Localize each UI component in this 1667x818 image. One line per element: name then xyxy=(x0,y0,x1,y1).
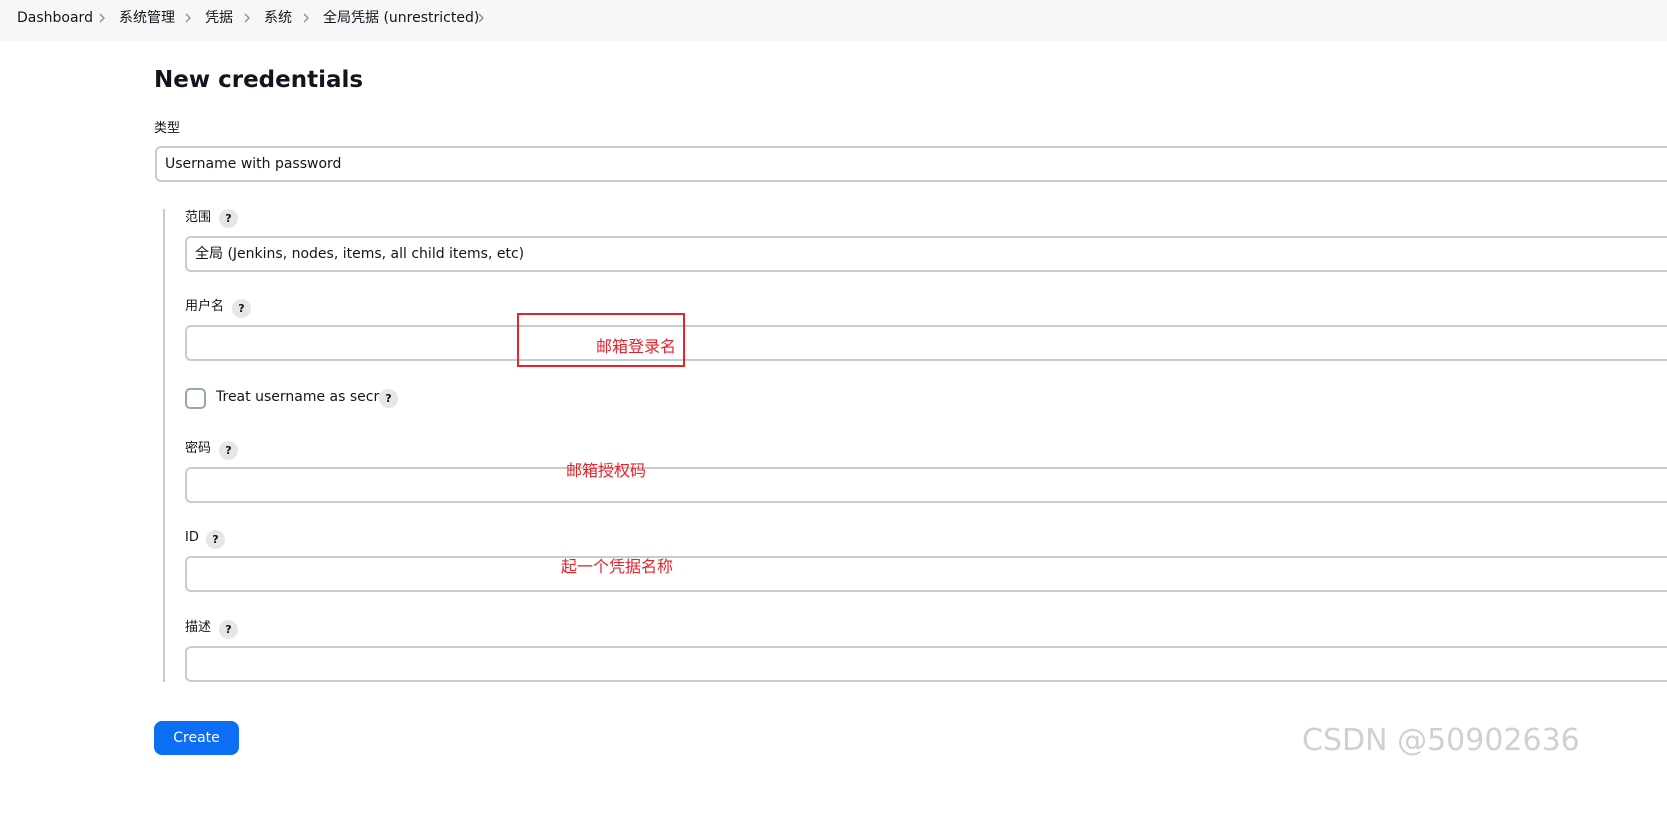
help-icon[interactable]: ? xyxy=(219,209,238,228)
page-title: New credentials xyxy=(154,67,364,93)
create-button[interactable]: Create xyxy=(154,721,239,755)
annotation-id-note: 起一个凭据名称 xyxy=(561,557,674,576)
chevron-right-icon xyxy=(95,11,109,25)
chevron-right-icon xyxy=(181,11,195,25)
scope-select[interactable]: 全局 (Jenkins, nodes, items, all child ite… xyxy=(185,236,1667,272)
chevron-right-icon xyxy=(240,11,254,25)
breadcrumb-item-dashboard[interactable]: Dashboard xyxy=(17,9,93,27)
annotation-password-note: 邮箱授权码 xyxy=(566,461,647,480)
breadcrumb: Dashboard 系统管理 凭据 系统 全局凭据 (unrestricted) xyxy=(0,0,1667,41)
description-input[interactable] xyxy=(185,646,1667,682)
chevron-right-icon xyxy=(299,11,313,25)
id-label: ID xyxy=(185,530,199,545)
watermark: CSDN @50902636 xyxy=(1302,723,1580,758)
help-icon[interactable]: ? xyxy=(219,441,238,460)
username-secret-label[interactable]: Treat username as secret xyxy=(216,388,393,406)
breadcrumb-item-global-domain[interactable]: 全局凭据 (unrestricted) xyxy=(323,9,479,27)
breadcrumb-item-system-admin[interactable]: 系统管理 xyxy=(119,9,175,27)
password-input[interactable] xyxy=(185,467,1667,503)
chevron-right-icon[interactable] xyxy=(474,11,488,25)
description-label: 描述 xyxy=(185,620,212,635)
page-root: Dashboard 系统管理 凭据 系统 全局凭据 (unrestricted)… xyxy=(0,0,1667,818)
scope-label: 范围 xyxy=(185,210,212,225)
kind-label: 类型 xyxy=(154,121,181,136)
password-label: 密码 xyxy=(185,441,212,456)
nested-section-rail xyxy=(163,209,165,682)
breadcrumb-item-credentials[interactable]: 凭据 xyxy=(205,9,233,27)
kind-select[interactable]: Username with password xyxy=(155,146,1667,182)
help-icon[interactable]: ? xyxy=(206,530,225,549)
username-secret-checkbox[interactable] xyxy=(185,388,206,409)
help-icon[interactable]: ? xyxy=(219,620,238,639)
breadcrumb-item-system[interactable]: 系统 xyxy=(264,9,292,27)
username-label: 用户名 xyxy=(185,299,225,314)
help-icon[interactable]: ? xyxy=(232,299,251,318)
username-input[interactable] xyxy=(185,325,1667,361)
annotation-username-note: 邮箱登录名 xyxy=(596,337,677,356)
id-input[interactable] xyxy=(185,556,1667,592)
help-icon[interactable]: ? xyxy=(379,389,398,408)
